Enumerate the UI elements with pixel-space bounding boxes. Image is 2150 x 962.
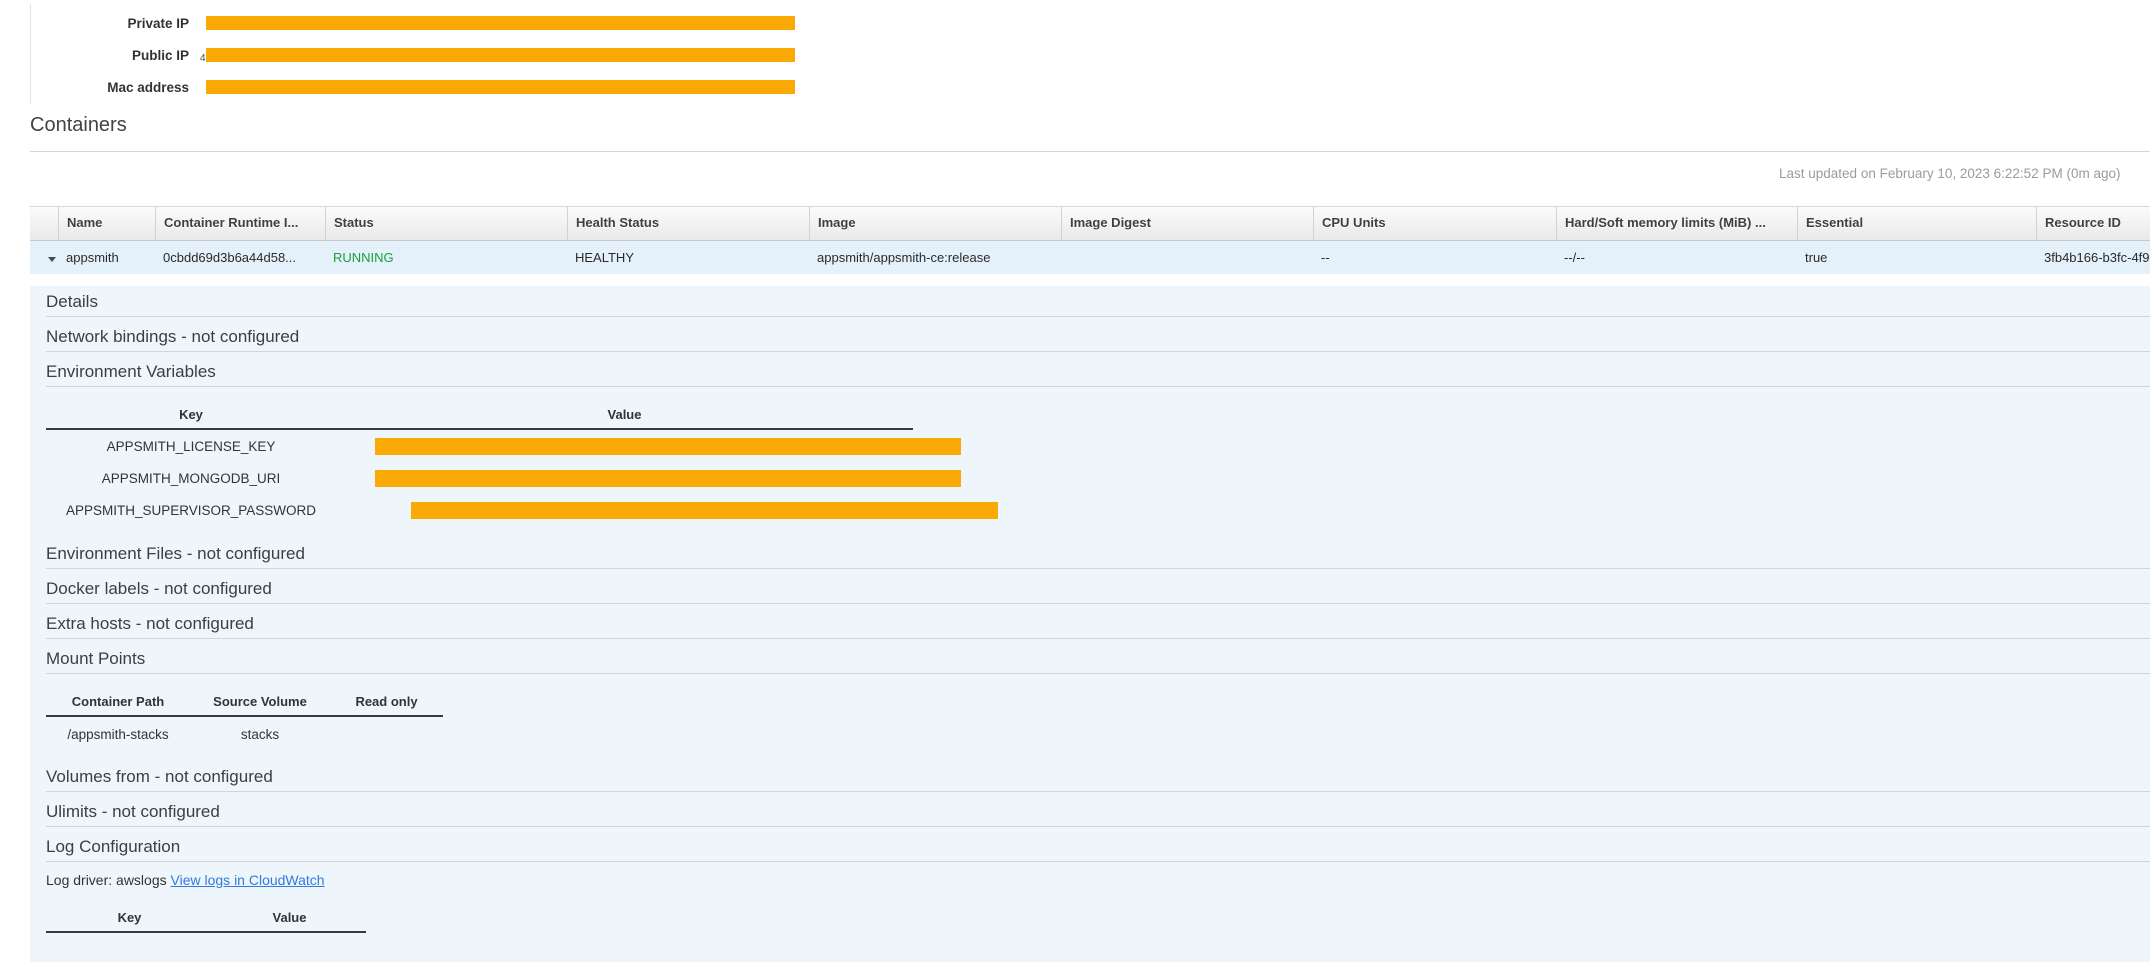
field-public-ip: Public IP 4	[31, 39, 931, 71]
env-var-row: APPSMITH_MONGODB_URI	[46, 462, 913, 494]
view-logs-cloudwatch-link[interactable]: View logs in CloudWatch	[171, 872, 325, 888]
redacted-value-bar	[206, 16, 795, 30]
environment-variables-table: Key Value APPSMITH_LICENSE_KEY APPSMITH_…	[46, 407, 913, 526]
column-header-resource-id: Resource ID	[2036, 207, 2150, 240]
env-var-row: APPSMITH_SUPERVISOR_PASSWORD	[46, 494, 913, 526]
column-header-image: Image	[809, 207, 1061, 240]
read-only-header: Read only	[330, 694, 443, 709]
log-driver-line: Log driver: awslogs View logs in CloudWa…	[46, 872, 2150, 888]
volumes-from-heading: Volumes from - not configured	[46, 767, 2150, 792]
column-header-memory-limits: Hard/Soft memory limits (MiB) ...	[1556, 207, 1797, 240]
env-var-key: APPSMITH_SUPERVISOR_PASSWORD	[46, 503, 336, 518]
expand-cell[interactable]	[30, 250, 58, 265]
extra-hosts-heading: Extra hosts - not configured	[46, 614, 2150, 639]
mount-points-heading: Mount Points	[46, 649, 2150, 674]
source-volume-header: Source Volume	[190, 694, 330, 709]
column-header-status: Status	[325, 207, 567, 240]
env-value-header: Value	[336, 407, 913, 422]
cell-cpu-units: --	[1313, 250, 1556, 265]
cell-health-status: HEALTHY	[567, 250, 809, 265]
mac-address-label: Mac address	[31, 80, 189, 95]
containers-table-header: Name Container Runtime I... Status Healt…	[30, 206, 2150, 241]
log-options-table-header: Key Value	[46, 910, 366, 933]
environment-variables-table-header: Key Value	[46, 407, 913, 430]
cell-essential: true	[1797, 250, 2036, 265]
redacted-value-bar	[206, 48, 795, 62]
field-mac-address: Mac address	[31, 71, 931, 103]
network-bindings-heading: Network bindings - not configured	[46, 327, 2150, 352]
field-private-ip: Private IP	[31, 7, 931, 39]
environment-variables-heading: Environment Variables	[46, 362, 2150, 387]
containers-section-title: Containers	[30, 114, 127, 137]
column-header-cpu-units: CPU Units	[1313, 207, 1556, 240]
column-header-name: Name	[58, 207, 155, 240]
container-path-header: Container Path	[46, 694, 190, 709]
cell-resource-id: 3fb4b166-b3fc-4f9	[2036, 250, 2150, 265]
last-updated-text: Last updated on February 10, 2023 6:22:5…	[1779, 166, 2120, 181]
cell-status: RUNNING	[325, 250, 567, 265]
details-heading: Details	[46, 292, 2150, 317]
section-divider	[30, 151, 2150, 152]
private-ip-label: Private IP	[31, 16, 189, 31]
expand-column-header	[30, 207, 58, 240]
mount-points-table: Container Path Source Volume Read only /…	[46, 694, 443, 749]
column-header-runtime-id: Container Runtime I...	[155, 207, 325, 240]
log-driver-text: Log driver: awslogs	[46, 872, 167, 888]
env-key-header: Key	[46, 407, 336, 422]
mount-source-volume: stacks	[190, 727, 330, 742]
column-header-health-status: Health Status	[567, 207, 809, 240]
env-var-key: APPSMITH_LICENSE_KEY	[46, 439, 336, 454]
redacted-value-bar	[411, 502, 998, 519]
cell-image: appsmith/appsmith-ce:release	[809, 250, 1061, 265]
container-row-appsmith[interactable]: appsmith 0cbdd69d3b6a44d58... RUNNING HE…	[30, 241, 2150, 274]
public-ip-label: Public IP	[31, 48, 189, 63]
log-configuration-heading: Log Configuration	[46, 837, 2150, 862]
cell-name: appsmith	[58, 250, 155, 265]
log-options-key-header: Key	[46, 910, 213, 925]
env-var-row: APPSMITH_LICENSE_KEY	[46, 430, 913, 462]
instance-attributes: Private IP Public IP 4 Mac address	[30, 4, 931, 104]
cell-memory-limits: --/--	[1556, 250, 1797, 265]
containers-table: Name Container Runtime I... Status Healt…	[30, 206, 2150, 274]
redacted-value-bar	[206, 80, 795, 94]
environment-files-heading: Environment Files - not configured	[46, 544, 2150, 569]
collapse-row-icon[interactable]	[48, 257, 56, 262]
redaction-leak-text: 4	[200, 53, 206, 64]
log-options-value-header: Value	[213, 910, 366, 925]
mount-points-table-header: Container Path Source Volume Read only	[46, 694, 443, 717]
env-var-key: APPSMITH_MONGODB_URI	[46, 471, 336, 486]
cell-runtime-id: 0cbdd69d3b6a44d58...	[155, 250, 325, 265]
docker-labels-heading: Docker labels - not configured	[46, 579, 2150, 604]
mount-container-path: /appsmith-stacks	[46, 727, 190, 742]
ulimits-heading: Ulimits - not configured	[46, 802, 2150, 827]
column-header-image-digest: Image Digest	[1061, 207, 1313, 240]
redacted-value-bar	[375, 470, 961, 487]
log-options-table: Key Value	[46, 910, 366, 933]
column-header-essential: Essential	[1797, 207, 2036, 240]
container-details-panel: Details Network bindings - not configure…	[30, 286, 2150, 962]
redacted-value-bar	[375, 438, 961, 455]
mount-point-row: /appsmith-stacks stacks	[46, 719, 443, 749]
